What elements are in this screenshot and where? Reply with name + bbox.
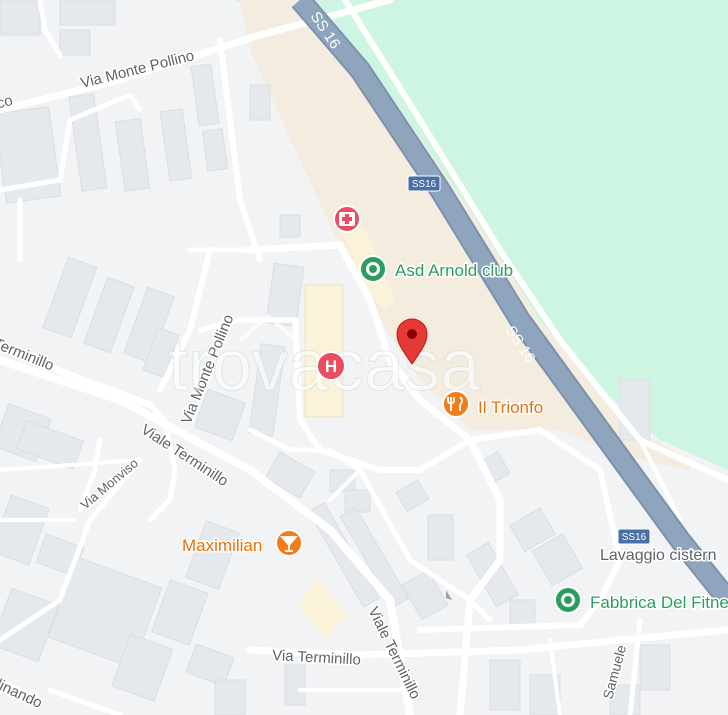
poi-label-trionfo: Il Trionfo xyxy=(478,398,543,417)
dot-circle-icon xyxy=(359,255,387,283)
ss16-shield-1: SS16 xyxy=(407,175,441,192)
dot-circle-icon-2 xyxy=(554,586,582,614)
poi-label-maximilian: Maximilian xyxy=(182,536,262,555)
fork-knife-icon xyxy=(442,390,470,418)
ss16-shield-1-text: SS16 xyxy=(412,179,437,190)
hospital-h-icon[interactable]: H xyxy=(316,351,346,381)
hospital-cross-icon[interactable] xyxy=(333,205,361,233)
hospital-h-letter: H xyxy=(325,357,337,376)
ss16-shield-2-text: SS16 xyxy=(622,532,647,543)
poi-label-fabbrica: Fabbrica Del Fitne xyxy=(590,593,728,612)
poi-label-arnold: Asd Arnold club xyxy=(395,261,513,280)
map-view[interactable]: Via Monte Pollino co Terminillo Viale Te… xyxy=(0,0,728,715)
poi-label-lavaggio[interactable]: Lavaggio cistern xyxy=(599,546,719,566)
map-canvas: Via Monte Pollino co Terminillo Viale Te… xyxy=(0,0,728,715)
cocktail-glass-icon xyxy=(275,529,303,557)
ss16-shield-2: SS16 xyxy=(617,528,651,545)
